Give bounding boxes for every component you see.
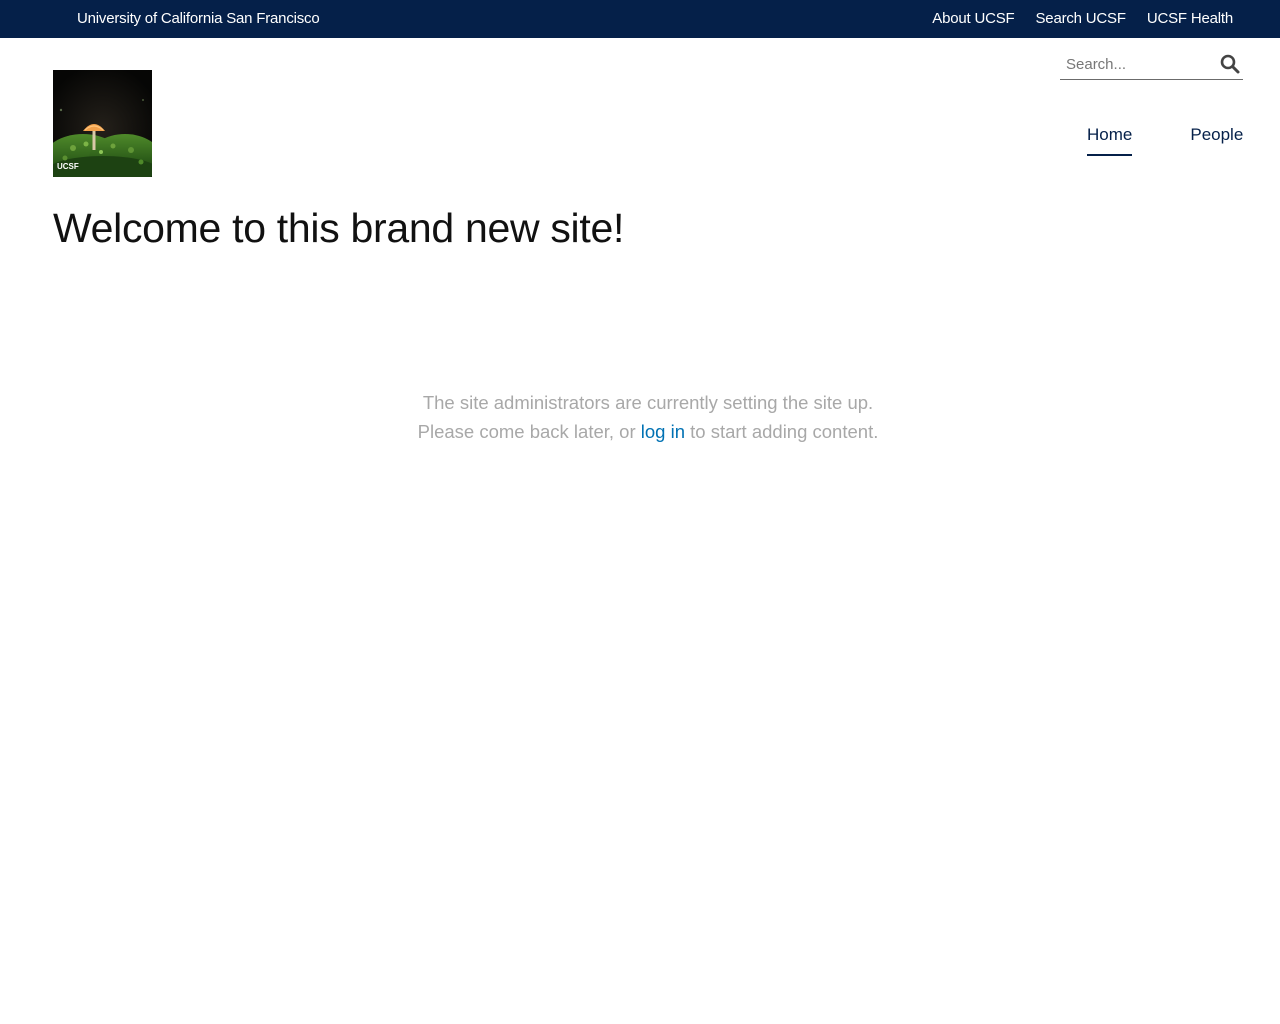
page-title: Welcome to this brand new site! <box>53 205 625 251</box>
nav-home[interactable]: Home <box>1087 125 1133 156</box>
search-input[interactable] <box>1060 50 1210 79</box>
search-icon <box>1220 54 1240 74</box>
site-logo-text: UCSF <box>57 162 79 171</box>
site-logo[interactable]: UCSF <box>53 70 152 177</box>
university-link[interactable]: University of California San Francisco <box>77 10 320 27</box>
utility-bar: University of California San Francisco A… <box>0 0 1280 38</box>
setup-notice: The site administrators are currently se… <box>0 388 1280 446</box>
utility-links: About UCSF Search UCSF UCSF Health <box>932 10 1233 27</box>
notice-line-2-start: Please come back later, or <box>417 421 641 442</box>
notice-line-2: Please come back later, or log in to sta… <box>0 417 1280 446</box>
notice-line-2-end: to start adding content. <box>685 421 879 442</box>
nav-people[interactable]: People <box>1190 125 1243 156</box>
ucsf-health-link[interactable]: UCSF Health <box>1147 10 1233 27</box>
main-navigation: Home People <box>1087 125 1243 156</box>
notice-line-1: The site administrators are currently se… <box>422 392 874 413</box>
search-ucsf-link[interactable]: Search UCSF <box>1036 10 1127 27</box>
site-logo-image: UCSF <box>53 70 152 177</box>
login-link[interactable]: log in <box>641 421 685 442</box>
search-button[interactable] <box>1219 53 1241 75</box>
site-search <box>1060 50 1243 80</box>
about-ucsf-link[interactable]: About UCSF <box>932 10 1014 27</box>
